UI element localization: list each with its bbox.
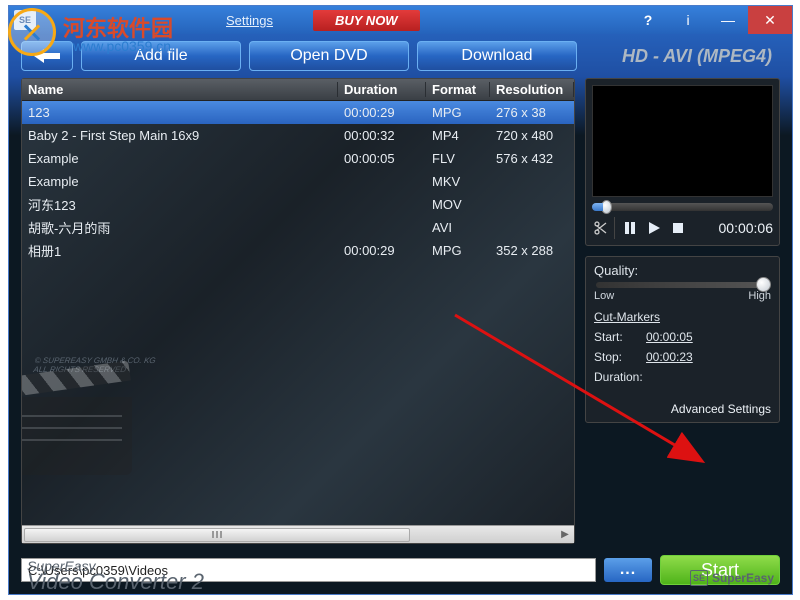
cell-format: FLV [426,151,490,166]
preview-time: 00:00:06 [719,220,774,236]
cell-name: 相册1 [22,241,338,260]
cut-stop-value[interactable]: 00:00:23 [646,350,693,364]
clapperboard-icon [22,377,144,497]
table-row[interactable]: 河东123 MOV [22,193,574,216]
cell-resolution: 720 x 480 [490,128,574,143]
cut-start-label: Start: [594,330,646,344]
open-dvd-button[interactable]: Open DVD [249,41,409,71]
copyright-text: © SUPEREASY GMBH & CO. KG ALL RIGHTS RES… [33,357,156,375]
cell-format: MOV [426,197,490,212]
output-profile: HD - AVI (MPEG4) [622,46,780,67]
cell-format: MP4 [426,128,490,143]
app-window: SE Settings BUY NOW ? i — ✕ Add file Ope… [8,5,793,595]
table-header: Name Duration Format Resolution [22,79,574,101]
back-button[interactable] [21,41,73,71]
cell-name: 胡歌-六月的雨 [22,218,338,237]
main-area: Name Duration Format Resolution 12300:00… [9,78,792,552]
minimize-button[interactable]: — [708,6,748,34]
cell-name: 123 [22,105,338,120]
pause-button[interactable] [621,219,639,237]
scrollbar-thumb[interactable] [24,528,410,542]
toolbar: Add file Open DVD Download HD - AVI (MPE… [9,34,792,78]
back-arrow-icon [32,47,62,65]
stop-icon [671,221,685,235]
cut-start-value[interactable]: 00:00:05 [646,330,693,344]
buy-now-button[interactable]: BUY NOW [313,10,420,31]
help-button[interactable]: ? [628,6,668,34]
cell-format: MPG [426,105,490,120]
preview-controls: 00:00:06 [592,217,773,239]
seek-bar[interactable] [592,203,773,211]
separator [614,217,615,239]
table-row[interactable]: Baby 2 - First Step Main 16x900:00:32MP4… [22,124,574,147]
cell-name: Example [22,151,338,166]
download-button[interactable]: Download [417,41,577,71]
settings-link[interactable]: Settings [226,13,273,28]
cut-markers-heading: Cut-Markers [594,310,771,324]
cut-stop-label: Stop: [594,350,646,364]
cell-duration: 00:00:05 [338,151,426,166]
output-path-input[interactable] [21,558,596,582]
scissors-icon [592,221,608,235]
file-list-panel: Name Duration Format Resolution 12300:00… [21,78,575,544]
quality-panel: Quality: Low High Cut-Markers Start:00:0… [585,256,780,423]
preview-screen [592,85,773,197]
table-body: 12300:00:29MPG276 x 38Baby 2 - First Ste… [22,101,574,262]
app-icon: SE [14,10,36,30]
cell-resolution: 352 x 288 [490,243,574,258]
advanced-settings-link[interactable]: Advanced Settings [594,402,771,416]
start-button[interactable]: Start [660,555,780,585]
seek-thumb[interactable] [601,200,612,214]
quality-thumb[interactable] [756,277,771,292]
play-icon [647,221,661,235]
quality-range-labels: Low High [594,290,771,302]
cell-duration: 00:00:29 [338,243,426,258]
table-row[interactable]: Example MKV [22,170,574,193]
footer: ... Start [9,552,792,594]
window-controls: ? i — ✕ [628,6,792,34]
quality-high: High [748,290,771,302]
cut-duration-label: Duration: [594,370,652,384]
preview-panel: 00:00:06 [585,78,780,246]
cut-button[interactable] [592,221,608,235]
pause-icon [623,221,637,235]
titlebar: SE Settings BUY NOW ? i — ✕ [9,6,792,34]
horizontal-scrollbar[interactable]: ▶ [22,525,574,543]
table-row[interactable]: 胡歌-六月的雨 AVI [22,216,574,239]
cell-name: 河东123 [22,195,338,214]
cell-format: MPG [426,243,490,258]
right-column: 00:00:06 Quality: Low High Cut-Markers S… [585,78,780,544]
add-file-button[interactable]: Add file [81,41,241,71]
cell-format: MKV [426,174,490,189]
quality-slider[interactable] [596,282,769,288]
cell-duration: 00:00:32 [338,128,426,143]
play-button[interactable] [645,219,663,237]
cell-duration: 00:00:29 [338,105,426,120]
stop-button[interactable] [669,219,687,237]
table-row[interactable]: Example00:00:05FLV576 x 432 [22,147,574,170]
cell-name: Baby 2 - First Step Main 16x9 [22,128,338,143]
close-button[interactable]: ✕ [748,6,792,34]
cell-resolution: 576 x 432 [490,151,574,166]
table-row[interactable]: 12300:00:29MPG276 x 38 [22,101,574,124]
cell-name: Example [22,174,338,189]
quality-low: Low [594,290,614,302]
cell-resolution: 276 x 38 [490,105,574,120]
col-duration[interactable]: Duration [338,82,426,97]
quality-label: Quality: [594,263,771,278]
scroll-right-icon[interactable]: ▶ [556,528,574,542]
table-row[interactable]: 相册100:00:29MPG352 x 288 [22,239,574,262]
file-table: Name Duration Format Resolution 12300:00… [22,79,574,525]
info-button[interactable]: i [668,6,708,34]
browse-button[interactable]: ... [604,558,652,582]
cell-format: AVI [426,220,490,235]
col-name[interactable]: Name [22,82,338,97]
col-format[interactable]: Format [426,82,490,97]
col-resolution[interactable]: Resolution [490,82,574,97]
